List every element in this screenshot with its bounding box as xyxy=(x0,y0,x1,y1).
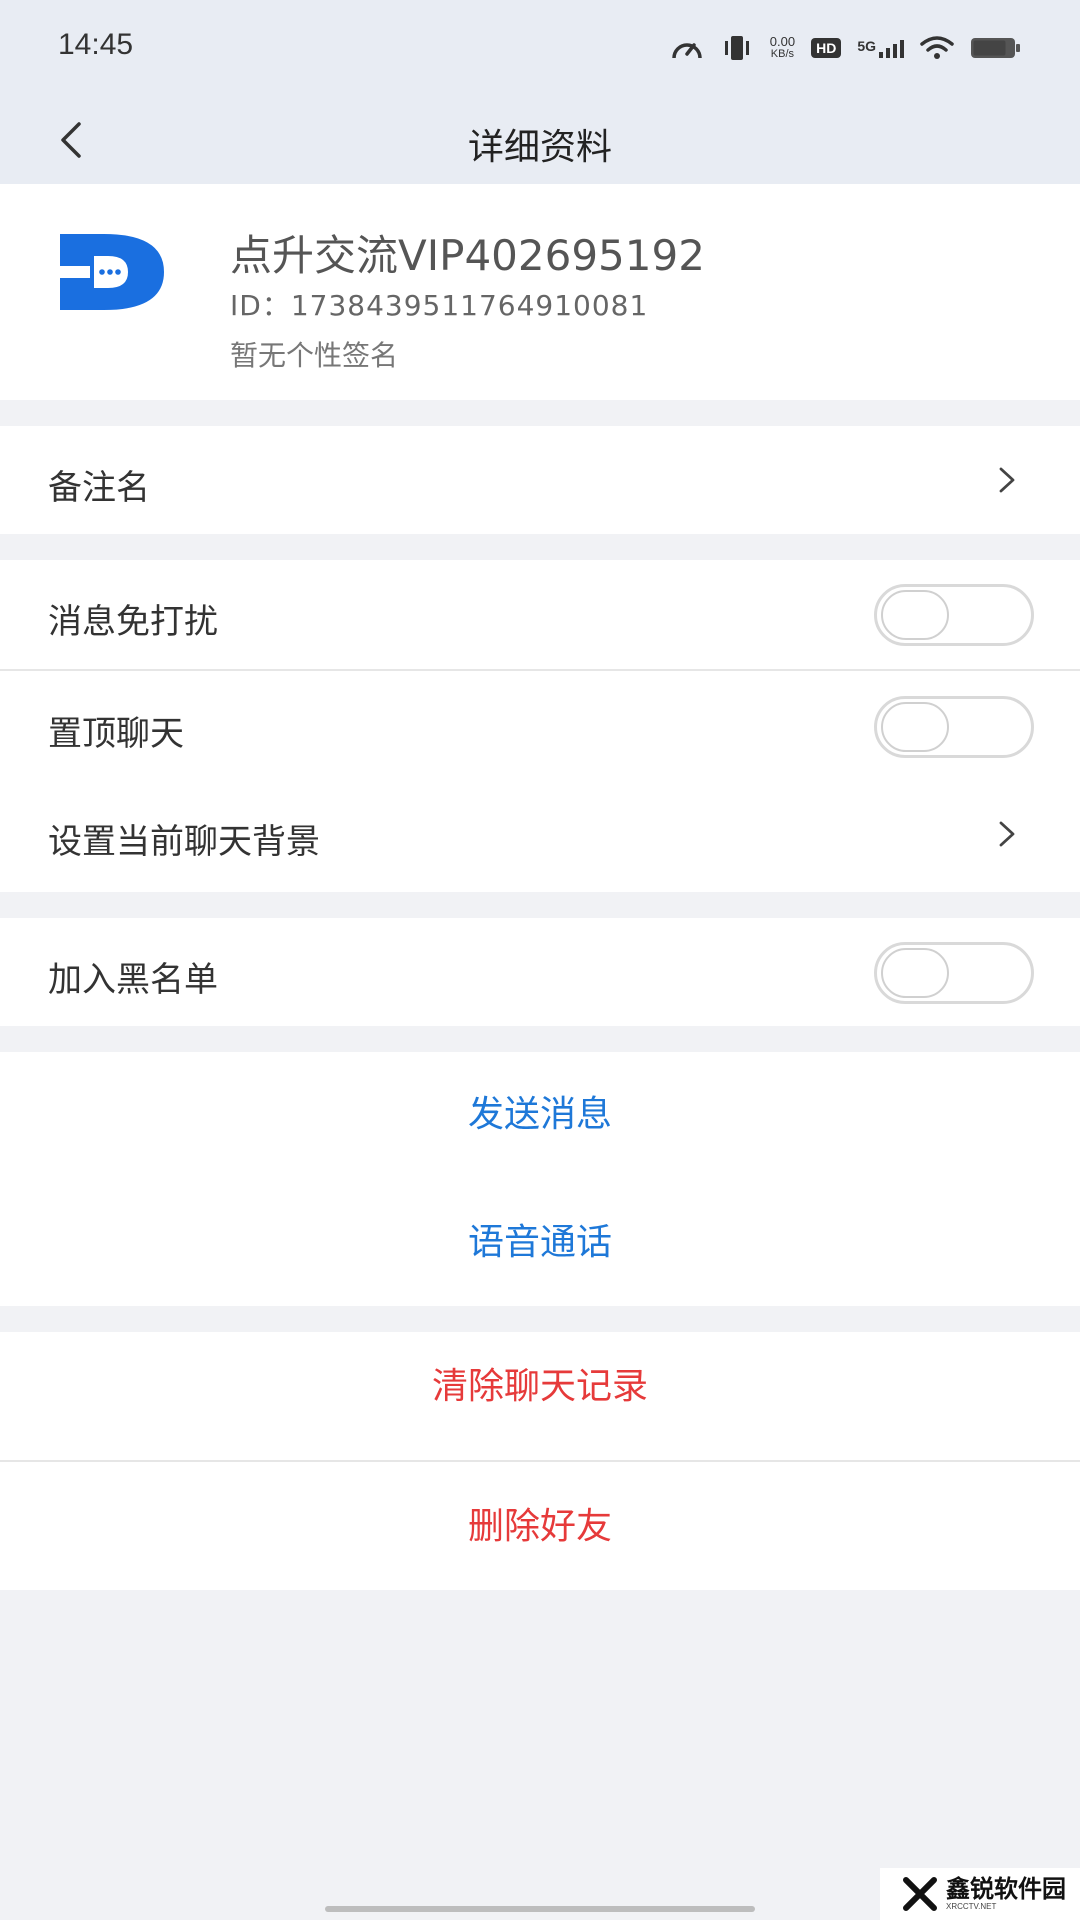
send-message-button[interactable]: 发送消息 xyxy=(0,1060,1080,1170)
watermark-logo-icon xyxy=(903,1877,937,1911)
speedometer-icon xyxy=(672,43,702,59)
watermark-small-text: XRCCTV.NET xyxy=(946,1902,997,1911)
page-title: 详细资料 xyxy=(467,127,612,168)
delete-friend-button[interactable]: 删除好友 xyxy=(0,1472,1080,1582)
net-speed: 0.00 KB/s xyxy=(769,34,796,60)
profile-name: 点升交流VIP402695192 xyxy=(230,231,705,280)
signal-group: 5G xyxy=(857,38,904,58)
divider xyxy=(0,1460,1080,1462)
toggle-knob xyxy=(881,948,949,998)
blacklist-label: 加入黑名单 xyxy=(48,960,218,1000)
vibrate-icon xyxy=(724,36,749,60)
contact-actions-section: 发送消息 语音通话 xyxy=(0,1052,1080,1306)
nav-bar: 详细资料 xyxy=(0,100,1080,184)
status-icons: 0.00 KB/s HD 5G xyxy=(670,30,1022,66)
hd-badge: HD xyxy=(811,38,842,58)
chat-background-label: 设置当前聊天背景 xyxy=(48,822,320,862)
voice-call-button[interactable]: 语音通话 xyxy=(0,1188,1080,1298)
profile-signature: 暂无个性签名 xyxy=(230,339,399,372)
avatar[interactable] xyxy=(60,222,172,322)
chat-settings-section: 消息免打扰 置顶聊天 设置当前聊天背景 xyxy=(0,560,1080,892)
status-bar: 14:45 0.00 KB/s HD 5G xyxy=(0,0,1080,100)
clear-history-button[interactable]: 清除聊天记录 xyxy=(0,1332,1080,1442)
watermark: 鑫锐软件园 XRCCTV.NET xyxy=(880,1868,1080,1920)
mute-toggle[interactable] xyxy=(874,584,1034,646)
status-time: 14:45 xyxy=(58,28,134,61)
chat-background-row[interactable]: 设置当前聊天背景 xyxy=(0,780,1080,888)
watermark-text: 鑫锐软件园 xyxy=(946,1875,1066,1903)
battery-icon xyxy=(971,38,1020,58)
mute-label: 消息免打扰 xyxy=(48,602,218,642)
remark-row[interactable]: 备注名 xyxy=(0,426,1080,534)
profile-id: ID：1738439511764910081 xyxy=(230,289,649,322)
pin-label: 置顶聊天 xyxy=(48,714,184,754)
toggle-knob xyxy=(881,590,949,640)
blacklist-row: 加入黑名单 xyxy=(0,918,1080,1026)
network-type: 5G xyxy=(857,38,876,54)
pin-row: 置顶聊天 xyxy=(0,672,1080,780)
chevron-right-icon xyxy=(992,462,1022,498)
toggle-knob xyxy=(881,702,949,752)
profile-card: 点升交流VIP402695192 ID：1738439511764910081 … xyxy=(0,184,1080,400)
home-indicator[interactable] xyxy=(325,1906,755,1912)
remark-section: 备注名 xyxy=(0,426,1080,534)
pin-toggle[interactable] xyxy=(874,696,1034,758)
chevron-right-icon xyxy=(992,816,1022,852)
wifi-icon xyxy=(920,36,954,59)
remark-label: 备注名 xyxy=(48,468,150,508)
net-speed-value: 0.00 xyxy=(769,34,796,49)
blacklist-toggle[interactable] xyxy=(874,942,1034,1004)
divider xyxy=(0,669,1080,671)
blacklist-section: 加入黑名单 xyxy=(0,918,1080,1026)
mute-row: 消息免打扰 xyxy=(0,560,1080,668)
signal-icon xyxy=(879,40,904,58)
net-speed-unit: KB/s xyxy=(770,48,795,60)
danger-actions-section: 清除聊天记录 删除好友 xyxy=(0,1332,1080,1590)
